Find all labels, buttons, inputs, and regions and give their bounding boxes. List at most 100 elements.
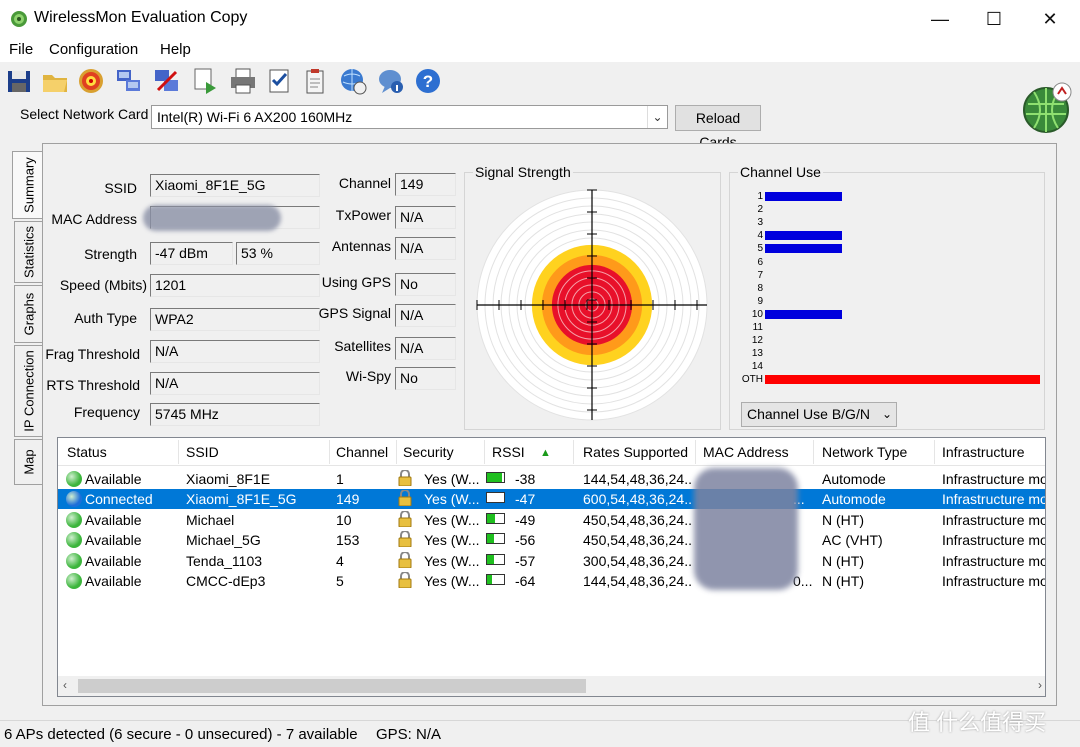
chevron-down-icon[interactable]: ⌄ [882,407,892,421]
column-divider[interactable] [573,440,574,464]
rts-threshold-field: N/A [150,372,320,395]
column-security[interactable]: Security [403,444,454,460]
chat-info-icon[interactable] [376,66,406,96]
minimize-button[interactable]: — [912,0,968,38]
wirelessmon-app-icon [11,11,27,27]
rssi-level-bar [486,553,505,565]
reload-cards-button[interactable]: Reload Cards [675,105,761,150]
network-type-cell: N (HT) [822,552,864,569]
column-divider[interactable] [329,440,330,464]
channel-label: 4 [757,230,763,242]
maximize-button[interactable]: ☐ [966,0,1022,38]
channel-cell: 149 [336,491,360,508]
status-cell: Available [85,511,142,528]
scroll-right-icon[interactable]: › [1038,678,1042,692]
print-icon[interactable] [228,66,258,96]
column-channel[interactable]: Channel [336,444,388,460]
antennas-label: Antennas [331,238,391,254]
rssi-cell: -49 [515,511,536,528]
speed-label: Speed (Mbits) [59,277,147,293]
lock-icon [398,510,412,527]
tab-summary[interactable]: Summary [12,151,44,219]
menu-configuration[interactable]: Configuration [49,41,138,58]
menu-help[interactable]: Help [160,41,191,58]
help-icon[interactable]: ? [413,66,443,96]
table-row[interactable]: Available Michael 10 Yes (W... -49 450,54,48,… [58,510,1045,530]
using-gps-label: Using GPS [321,274,391,290]
network-cards-icon[interactable] [114,66,144,96]
save-icon[interactable] [4,66,34,96]
column-ssid[interactable]: SSID [186,444,219,460]
status-dot-icon [66,471,82,487]
lock-icon [398,572,412,588]
gps-status: GPS: N/A [376,726,442,743]
table-row[interactable]: Available Xiaomi_8F1E 1 Yes (W... -38 144,54,… [58,469,1045,489]
column-infrastructure[interactable]: Infrastructure [942,444,1024,460]
table-row[interactable]: Available Michael_5G 153 Yes (W... -56 450,54… [58,530,1046,550]
channel-label: OTH [741,374,763,386]
column-divider[interactable] [396,440,397,464]
scroll-left-icon[interactable]: ‹ [63,678,67,692]
print-preview-icon[interactable] [190,66,220,96]
tab-statistics[interactable]: Statistics [14,221,42,283]
chevron-down-icon[interactable]: ⌄ [647,106,667,128]
web-globe-icon[interactable] [338,66,368,96]
channel-label: 8 [757,282,763,294]
gps-signal-label: GPS Signal [318,305,391,321]
status-dot-icon [66,511,82,528]
satellites-field: N/A [395,337,456,360]
rates-cell: 600,54,48,36,24... [583,491,693,508]
status-cell: Connected [85,491,153,508]
menu-file[interactable]: File [9,41,33,58]
infrastructure-cell: Infrastructure mo... [942,532,1046,549]
tab-ip-connection[interactable]: IP Connection [14,345,42,437]
rssi-cell: -47 [515,491,536,508]
column-status[interactable]: Status [67,444,107,460]
tab-graphs[interactable]: Graphs [14,285,42,343]
horizontal-scrollbar[interactable]: ‹ › [58,676,1045,696]
status-cell: Available [85,573,142,589]
channel-label: 1 [757,191,763,202]
network-card-select[interactable]: Intel(R) Wi-Fi 6 AX200 160MHz ⌄ [151,105,668,129]
scrollbar-thumb[interactable] [78,679,586,693]
open-folder-icon[interactable] [40,66,70,96]
network-list[interactable]: Status SSID Channel Security RSSI ▲ Rate… [57,437,1046,697]
security-cell: Yes (W... [424,552,480,569]
channel-cell: 1 [336,471,344,487]
lock-icon [398,531,412,548]
network-type-cell: N (HT) [822,511,864,528]
infrastructure-cell: Infrastructure mo... [942,573,1046,589]
network-type-cell: AC (VHT) [822,532,883,549]
gps-signal-field: N/A [395,304,456,327]
checklist-icon[interactable] [264,66,294,96]
clipboard-icon[interactable] [300,66,330,96]
status-dot-icon [66,532,82,549]
channel-label: 5 [757,243,763,255]
channel-label: 13 [751,348,763,360]
watermark: 值 什么值得买 [908,710,1047,735]
column-rates-supported[interactable]: Rates Supported [583,444,688,460]
column-divider[interactable] [178,440,179,464]
column-mac-address[interactable]: MAC Address [703,444,789,460]
channel-field: 149 [395,173,456,196]
column-divider[interactable] [934,440,935,464]
network-stop-icon[interactable] [152,66,182,96]
column-rssi[interactable]: RSSI [492,444,525,460]
column-divider[interactable] [813,440,814,464]
sort-ascending-icon[interactable]: ▲ [540,447,551,459]
column-network-type[interactable]: Network Type [822,444,907,460]
ssid-cell: Michael_5G [186,532,261,549]
column-divider[interactable] [484,440,485,464]
rts-threshold-label: RTS Threshold [46,377,140,393]
channel-use-mode-select[interactable]: Channel Use B/G/N ⌄ [741,402,897,427]
table-row[interactable]: Available CMCC-dEp3 5 Yes (W... -64 144,54,48… [58,571,1046,591]
channel-label: Channel [338,175,391,191]
target-icon[interactable] [76,66,106,96]
tab-map[interactable]: Map [14,439,42,485]
channel-cell: 4 [336,552,344,569]
table-row[interactable]: Available Tenda_1103 4 Yes (W... -57 300,54,4… [58,551,1045,571]
frag-threshold-field: N/A [150,340,320,363]
close-button[interactable]: ✕ [1022,0,1078,38]
column-divider[interactable] [695,440,696,464]
table-row[interactable]: Connected Xiaomi_8F1E_5G 149 Yes (W... -47 60… [58,489,1045,510]
